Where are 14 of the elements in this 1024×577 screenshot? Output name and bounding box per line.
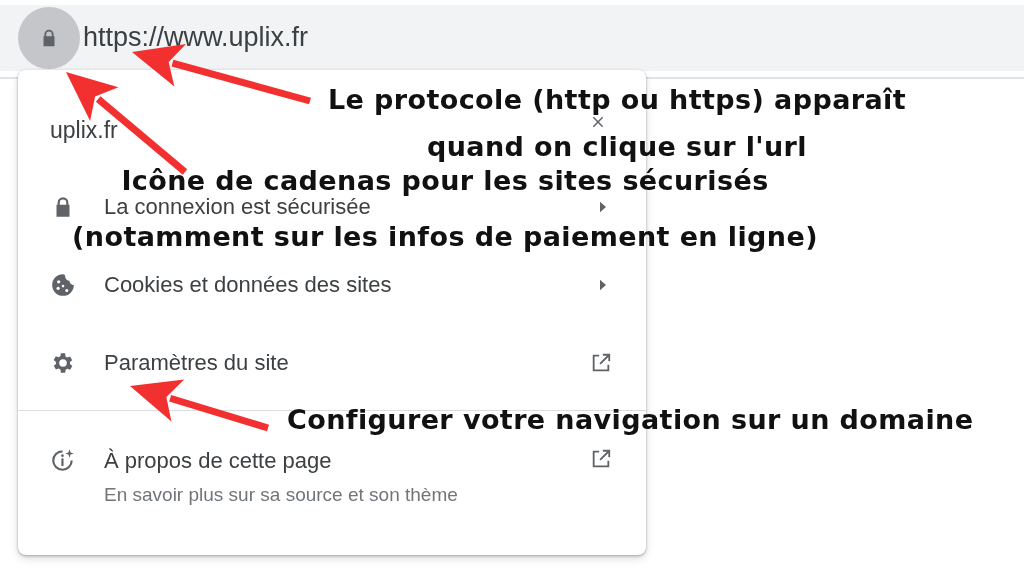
- annotation-text: Le protocole (http ou https) apparaît: [327, 86, 907, 114]
- menu-item-description: En savoir plus sur sa source et son thème: [104, 484, 459, 506]
- url-text[interactable]: https://www.uplix.fr: [83, 21, 309, 53]
- cookie-icon: [50, 272, 76, 298]
- info-sparkle-icon: [50, 447, 76, 473]
- annotation-text: Configurer votre navigation sur un domaine: [287, 406, 974, 434]
- menu-item[interactable]: Cookies et données des sites: [18, 272, 646, 298]
- external-link-icon: [590, 352, 612, 374]
- popup-title: uplix.fr: [50, 116, 118, 144]
- close-icon[interactable]: [590, 114, 606, 130]
- menu-item[interactable]: Paramètres du site: [18, 350, 646, 376]
- external-link-icon: [590, 448, 612, 470]
- menu-item[interactable]: À propos de cette page En savoir plus sur sa source et son thème: [18, 448, 646, 506]
- annotation-text: quand on clique sur l'url: [427, 133, 807, 161]
